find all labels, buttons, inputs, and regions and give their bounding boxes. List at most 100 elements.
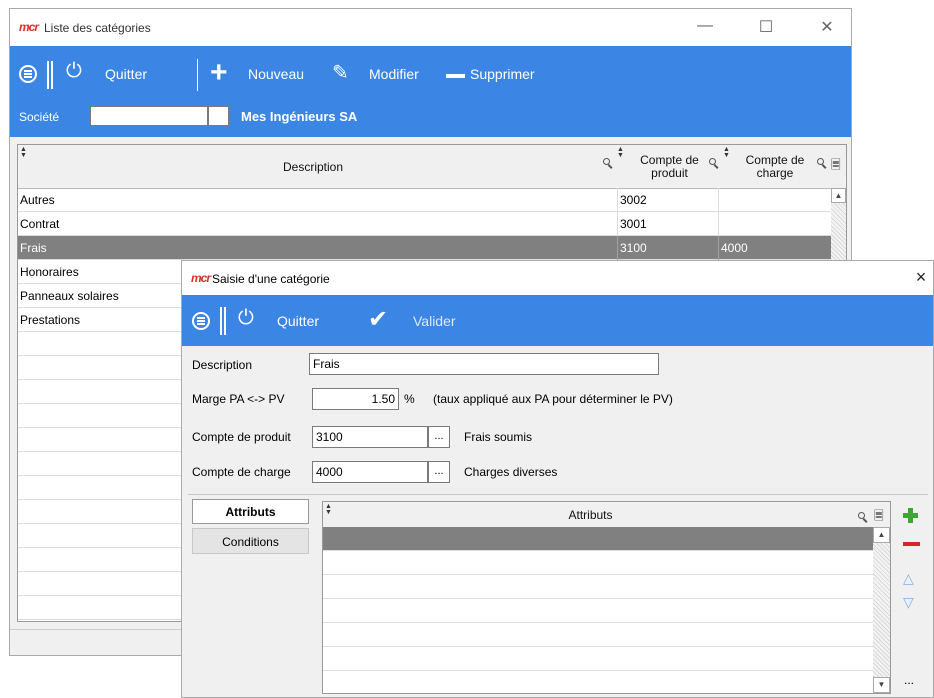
empty-row xyxy=(323,647,873,671)
column-charge-line2: charge xyxy=(756,166,794,180)
edit-button[interactable]: ✎ Modifier xyxy=(332,60,442,90)
scroll-down-icon[interactable]: ▼ xyxy=(873,677,890,693)
description-label: Description xyxy=(192,358,253,372)
cell-product: 3100 xyxy=(617,236,718,260)
move-down-icon[interactable]: ▽ xyxy=(903,594,914,611)
column-charge-line1: Compte de xyxy=(745,153,805,167)
cell-product: 3002 xyxy=(617,188,718,212)
plus-icon: + xyxy=(210,56,228,89)
search-icon[interactable] xyxy=(817,158,824,165)
dialog-title-bar[interactable]: mcr Saisie d'une catégorie × xyxy=(182,261,933,295)
empty-row xyxy=(323,551,873,575)
charge-account-browse-button[interactable]: ... xyxy=(428,461,450,483)
column-chooser-icon[interactable]: 🗏 xyxy=(874,507,884,528)
tab-attributes[interactable]: Attributs xyxy=(192,499,309,524)
category-entry-dialog: mcr Saisie d'une catégorie × ⏻ Quitter ✔… xyxy=(181,260,934,698)
charge-account-field[interactable]: 4000 xyxy=(312,461,428,483)
cell-product: 3001 xyxy=(617,212,718,236)
product-account-browse-button[interactable]: ... xyxy=(428,426,450,448)
toolbar-separator xyxy=(197,59,198,91)
vertical-scrollbar[interactable]: ▲ ▼ xyxy=(873,527,890,693)
cell-description: Frais xyxy=(20,241,47,255)
search-icon[interactable] xyxy=(858,512,865,519)
scroll-up-icon[interactable]: ▲ xyxy=(831,188,846,203)
add-attribute-icon[interactable] xyxy=(903,508,918,523)
column-charge-account[interactable]: Compte de charge xyxy=(730,154,820,180)
column-product-line1: Compte de xyxy=(640,153,699,167)
search-icon[interactable] xyxy=(709,158,716,165)
table-row[interactable]: Autres 3002 xyxy=(18,188,831,212)
margin-hint: (taux appliqué aux PA pour déterminer le… xyxy=(433,392,673,406)
app-logo-icon: mcr xyxy=(191,271,211,285)
power-icon: ⏻ xyxy=(238,307,254,329)
quit-button[interactable]: ⏻ Quitter xyxy=(66,60,186,90)
table-row-selected[interactable] xyxy=(323,527,873,551)
main-window-title: Liste des catégories xyxy=(44,21,151,35)
toolbar-separator xyxy=(220,307,222,335)
sort-icon[interactable]: ▲ ▼ xyxy=(20,146,27,159)
delete-button[interactable]: Supprimer xyxy=(446,60,566,90)
edit-label: Modifier xyxy=(369,66,419,82)
main-toolbar: ⏻ Quitter + Nouveau ✎ Modifier Supprimer… xyxy=(10,46,851,137)
description-field[interactable]: Frais xyxy=(309,353,659,375)
cell-charge: 4000 xyxy=(718,236,831,260)
margin-unit: % xyxy=(404,392,415,406)
margin-field[interactable]: 1.50 xyxy=(312,388,399,410)
grid-header: ▲ ▼ Description ▲ ▼ Compte de produit ▲ ▼ C… xyxy=(18,145,846,189)
power-icon: ⏻ xyxy=(66,60,82,82)
tab-conditions[interactable]: Conditions xyxy=(192,528,309,554)
app-logo-icon: mcr xyxy=(19,20,39,34)
move-up-icon[interactable]: △ xyxy=(903,570,914,587)
form-divider xyxy=(188,494,928,495)
dialog-title: Saisie d'une catégorie xyxy=(212,272,330,286)
table-row-selected[interactable]: Frais 3100 4000 xyxy=(18,236,831,260)
product-account-description: Frais soumis xyxy=(464,430,533,444)
attributes-grid: ▲ ▼ Attributs 🗏 ▲ ▼ xyxy=(322,501,891,694)
sort-icon[interactable]: ▲ ▼ xyxy=(617,146,624,159)
column-chooser-icon[interactable]: 🗏 xyxy=(831,156,841,177)
cell-description: Contrat xyxy=(20,217,60,231)
cell-charge xyxy=(718,188,831,212)
quit-label: Quitter xyxy=(277,313,320,329)
remove-attribute-icon[interactable] xyxy=(903,542,920,546)
table-row[interactable]: Contrat 3001 xyxy=(18,212,831,236)
dialog-quit-button[interactable]: ⏻ Quitter xyxy=(238,307,358,337)
company-name: Mes Ingénieurs SA xyxy=(241,109,358,124)
menu-icon[interactable] xyxy=(192,312,210,330)
column-description[interactable]: Description xyxy=(18,161,608,174)
column-attributes[interactable]: Attributs xyxy=(323,509,858,522)
charge-account-label: Compte de charge xyxy=(192,465,291,479)
sort-icon[interactable]: ▲ ▼ xyxy=(723,146,730,159)
pencil-icon: ✎ xyxy=(332,62,349,84)
product-account-field[interactable]: 3100 xyxy=(312,426,428,448)
close-icon[interactable]: ✕ xyxy=(812,17,842,37)
company-browse-button[interactable]: ... xyxy=(208,106,229,126)
menu-icon[interactable] xyxy=(19,65,37,83)
column-product-account[interactable]: Compte de produit xyxy=(627,154,712,180)
checkmark-icon: ✔ xyxy=(368,306,389,333)
validate-button[interactable]: ✔ Valider xyxy=(368,306,478,337)
more-options-button[interactable]: ... xyxy=(904,673,914,687)
margin-label: Marge PA <-> PV xyxy=(192,392,285,406)
main-title-bar[interactable]: mcr Liste des catégories — ☐ ✕ xyxy=(10,9,851,46)
company-field[interactable]: 1 xyxy=(90,106,208,126)
toolbar-separator xyxy=(51,61,53,89)
charge-account-description: Charges diverses xyxy=(464,465,558,479)
cell-charge xyxy=(718,212,831,236)
toolbar-separator xyxy=(224,307,226,335)
toolbar-separator xyxy=(47,61,49,89)
minus-icon xyxy=(446,74,465,78)
validate-label: Valider xyxy=(413,313,456,329)
scroll-up-icon[interactable]: ▲ xyxy=(873,527,890,543)
delete-label: Supprimer xyxy=(470,66,535,82)
minimize-icon[interactable]: — xyxy=(690,17,720,35)
dialog-close-icon[interactable]: × xyxy=(909,267,933,288)
product-account-label: Compte de produit xyxy=(192,430,291,444)
new-button[interactable]: + Nouveau xyxy=(210,56,320,90)
maximize-icon[interactable]: ☐ xyxy=(751,17,781,37)
empty-row xyxy=(323,575,873,599)
empty-row xyxy=(323,599,873,623)
search-icon[interactable] xyxy=(603,158,610,165)
attributes-grid-header: ▲ ▼ Attributs 🗏 xyxy=(323,502,890,528)
column-product-line2: produit xyxy=(651,166,688,180)
